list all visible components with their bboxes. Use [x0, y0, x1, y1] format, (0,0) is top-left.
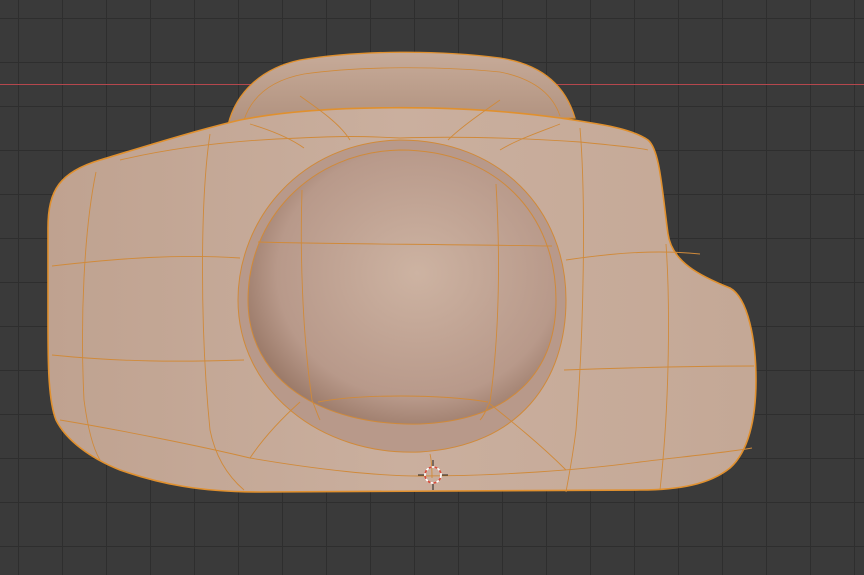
3d-viewport[interactable]: [0, 0, 864, 575]
3d-cursor-icon[interactable]: [418, 460, 448, 490]
